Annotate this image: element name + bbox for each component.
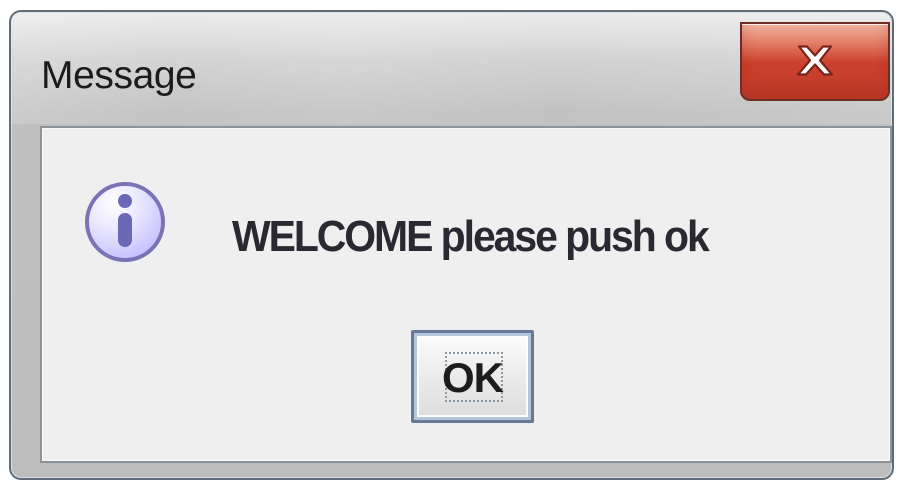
info-icon [85, 182, 165, 262]
close-button[interactable] [740, 22, 890, 101]
ok-button[interactable]: OK [411, 330, 534, 423]
close-icon [796, 44, 834, 76]
dialog-message: WELCOME please push ok [232, 212, 710, 261]
message-dialog-window: Message WELCOME please push ok OK [9, 10, 894, 480]
window-title: Message [41, 54, 197, 97]
ok-button-label: OK [442, 354, 504, 401]
